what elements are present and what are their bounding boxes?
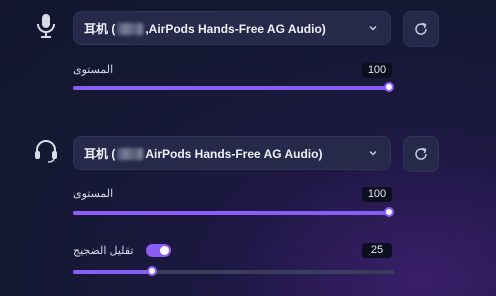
microphone-device-value: 耳机 (,AirPods Hands-Free AG Audio) xyxy=(84,21,326,36)
noise-reduction-toggle[interactable] xyxy=(146,244,171,257)
microphone-level-slider[interactable] xyxy=(73,82,394,92)
microphone-device-select[interactable]: 耳机 (,AirPods Hands-Free AG Audio) xyxy=(73,11,391,45)
headphones-device-value: 耳机 (AirPods Hands-Free AG Audio) xyxy=(84,146,323,161)
microphone-icon xyxy=(30,10,62,42)
headphones-refresh-button[interactable] xyxy=(403,136,439,172)
microphone-refresh-button[interactable] xyxy=(403,11,439,47)
microphone-level-label: المستوى xyxy=(73,64,114,76)
headphones-level-slider[interactable] xyxy=(73,207,394,217)
redacted-name xyxy=(117,23,144,36)
refresh-icon xyxy=(415,22,427,35)
noise-reduction-slider[interactable] xyxy=(73,266,394,276)
toggle-knob xyxy=(160,246,169,255)
headphones-level-fill xyxy=(73,211,389,215)
noise-reduction-value: 25 xyxy=(362,243,392,258)
redacted-name xyxy=(117,148,144,161)
noise-reduction-thumb[interactable] xyxy=(147,266,157,276)
microphone-level-thumb[interactable] xyxy=(384,82,394,92)
headphones-level-thumb[interactable] xyxy=(384,207,394,217)
chevron-down-icon xyxy=(369,150,377,156)
noise-reduction-label: تقليل الضجيج xyxy=(73,245,134,257)
headphones-level-value: 100 xyxy=(362,187,392,202)
refresh-icon xyxy=(415,147,427,160)
microphone-level-value: 100 xyxy=(362,63,392,78)
chevron-down-icon xyxy=(369,25,377,31)
microphone-level-fill xyxy=(73,86,389,90)
noise-reduction-fill xyxy=(73,270,152,274)
headphones-device-select[interactable]: 耳机 (AirPods Hands-Free AG Audio) xyxy=(73,136,391,170)
headphones-icon xyxy=(30,134,62,166)
headphones-level-label: المستوى xyxy=(73,188,114,200)
